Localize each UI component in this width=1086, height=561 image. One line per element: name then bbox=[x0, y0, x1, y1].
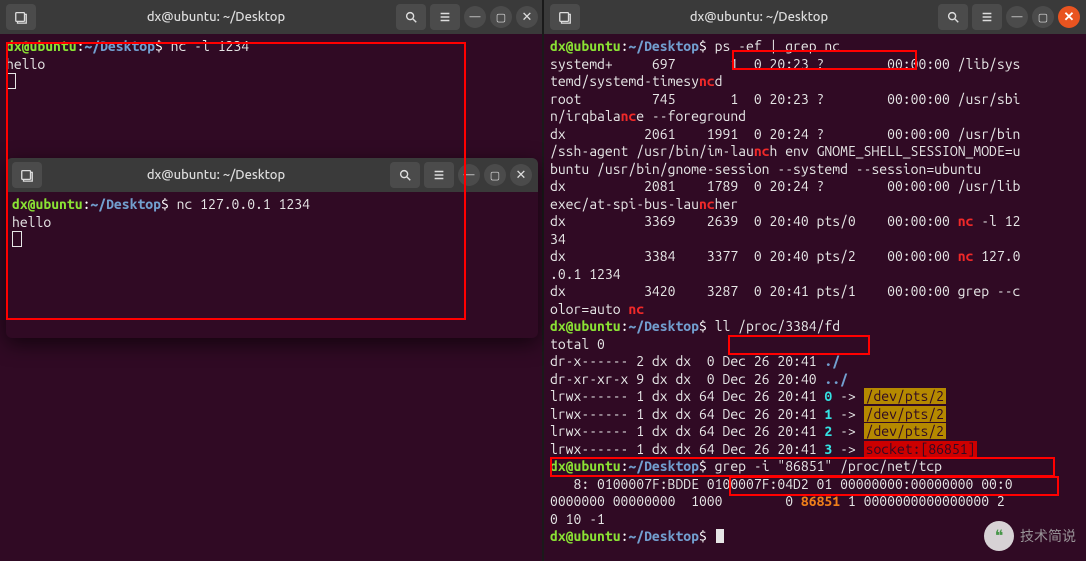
command: ps -ef | grep nc bbox=[707, 38, 840, 54]
search-button[interactable] bbox=[390, 162, 420, 188]
window-title: dx@ubuntu: ~/Desktop bbox=[46, 168, 386, 182]
maximize-button[interactable]: ▢ bbox=[490, 6, 512, 28]
output-line: 8: 0100007F:BDDE 0100007F:04D2 01 000000… bbox=[550, 476, 1013, 492]
cursor-icon bbox=[13, 232, 21, 246]
new-tab-button[interactable] bbox=[550, 4, 580, 30]
output-line: hello bbox=[6, 56, 45, 72]
minimize-button[interactable]: — bbox=[464, 6, 486, 28]
minimize-button[interactable]: — bbox=[458, 164, 480, 186]
titlebar-left-inner: dx@ubuntu: ~/Desktop — ▢ ✕ bbox=[6, 158, 538, 192]
left-terminal-inner: dx@ubuntu: ~/Desktop — ▢ ✕ dx@ubuntu:~/D… bbox=[6, 158, 538, 338]
cursor-icon bbox=[7, 74, 15, 88]
titlebar-left-outer: dx@ubuntu: ~/Desktop — ▢ ✕ bbox=[0, 0, 544, 34]
cursor-icon bbox=[716, 529, 724, 543]
search-button[interactable] bbox=[396, 4, 426, 30]
menu-button[interactable] bbox=[972, 4, 1002, 30]
close-button[interactable]: ✕ bbox=[510, 164, 532, 186]
watermark-text: 技术简说 bbox=[1020, 526, 1076, 546]
terminal-body-left-outer[interactable]: dx@ubuntu:~/Desktop$ nc -l 1234 hello bbox=[0, 34, 544, 95]
output-line: dx 2081 1789 0 20:24 ? 00:00:00 /usr/lib bbox=[550, 178, 1020, 194]
window-title: dx@ubuntu: ~/Desktop bbox=[40, 10, 392, 24]
terminal-body-right[interactable]: dx@ubuntu:~/Desktop$ ps -ef | grep nc sy… bbox=[544, 34, 1086, 550]
command: grep -i "86851" /proc/net/tcp bbox=[707, 458, 942, 474]
command: ll /proc/3384/fd bbox=[707, 318, 840, 334]
maximize-button[interactable]: ▢ bbox=[484, 164, 506, 186]
output-line: dx 3384 3377 0 20:40 pts/2 00:00:00 bbox=[550, 248, 958, 264]
output-line: root 745 1 0 20:23 ? 00:00:00 /usr/sbi bbox=[550, 91, 1020, 107]
close-button[interactable]: ✕ bbox=[516, 6, 538, 28]
search-button[interactable] bbox=[938, 4, 968, 30]
terminal-body-left-inner[interactable]: dx@ubuntu:~/Desktop$ nc 127.0.0.1 1234 h… bbox=[6, 192, 538, 253]
output-line: hello bbox=[12, 214, 51, 230]
prompt-path: ~/Desktop bbox=[84, 38, 155, 54]
output-line: dx 3369 2639 0 20:40 pts/0 00:00:00 bbox=[550, 213, 958, 229]
command: nc 127.0.0.1 1234 bbox=[169, 196, 310, 212]
close-button[interactable]: ✕ bbox=[1058, 6, 1080, 28]
output-line: dx 3420 3287 0 20:41 pts/1 00:00:00 grep… bbox=[550, 283, 1020, 299]
wechat-icon: ❝ bbox=[984, 521, 1014, 551]
menu-button[interactable] bbox=[424, 162, 454, 188]
titlebar-right: dx@ubuntu: ~/Desktop — ▢ ✕ bbox=[544, 0, 1086, 34]
window-title: dx@ubuntu: ~/Desktop bbox=[584, 10, 934, 24]
command: nc -l 1234 bbox=[163, 38, 249, 54]
right-terminal: dx@ubuntu: ~/Desktop — ▢ ✕ dx@ubuntu:~/D… bbox=[544, 0, 1086, 561]
output-line: total 0 bbox=[550, 336, 605, 352]
watermark: ❝ 技术简说 bbox=[984, 521, 1076, 551]
output-line: dx 2061 1991 0 20:24 ? 00:00:00 /usr/bin bbox=[550, 126, 1020, 142]
minimize-button[interactable]: — bbox=[1006, 6, 1028, 28]
new-tab-button[interactable] bbox=[12, 162, 42, 188]
menu-button[interactable] bbox=[430, 4, 460, 30]
prompt-user: dx@ubuntu bbox=[6, 38, 77, 54]
output-line: systemd+ 697 1 0 20:23 ? 00:00:00 /lib/s… bbox=[550, 56, 1020, 72]
maximize-button[interactable]: ▢ bbox=[1032, 6, 1054, 28]
new-tab-button[interactable] bbox=[6, 4, 36, 30]
